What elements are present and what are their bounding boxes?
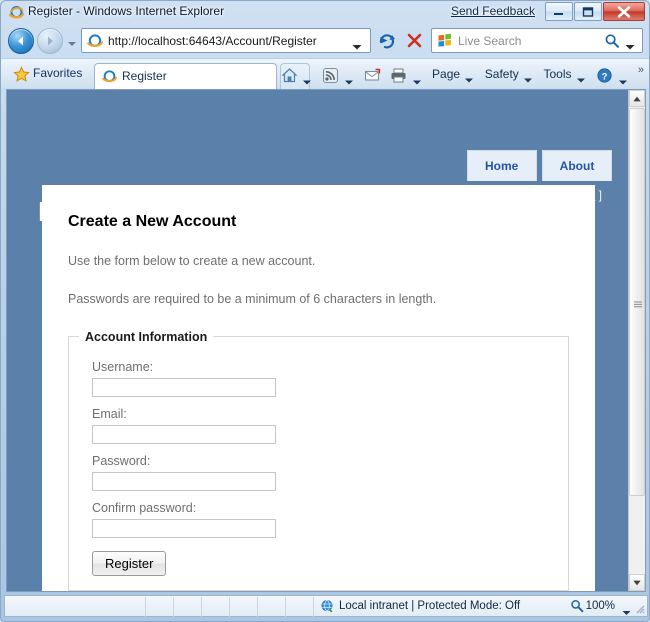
- account-information-fieldset: Account Information Username: Email: Pas…: [68, 330, 569, 591]
- help-icon: ?: [596, 67, 613, 84]
- command-bar: Page Safety Tools: [278, 63, 647, 87]
- status-divider: [257, 597, 258, 617]
- status-divider: [229, 597, 230, 617]
- search-box[interactable]: Live Search: [431, 28, 643, 53]
- command-overflow-button[interactable]: »: [635, 63, 647, 85]
- tab-favicon-icon: [102, 69, 117, 84]
- chevron-down-icon: [465, 72, 473, 77]
- command-tools[interactable]: Tools: [540, 63, 589, 85]
- search-icon[interactable]: [604, 33, 620, 49]
- vertical-scrollbar[interactable]: [628, 90, 645, 591]
- command-page[interactable]: Page: [429, 63, 478, 85]
- main-content: Create a New Account Use the form below …: [42, 185, 595, 591]
- fieldset-legend: Account Information: [79, 330, 213, 344]
- scrollbar-grip-icon: [634, 298, 642, 306]
- favorites-label: Favorites: [33, 66, 82, 80]
- send-feedback-link[interactable]: Send Feedback: [451, 4, 535, 18]
- zoom-chevron-down-icon[interactable]: [622, 605, 631, 611]
- recent-pages-chevron-down-icon[interactable]: [67, 37, 77, 45]
- stop-button[interactable]: [402, 28, 427, 53]
- security-zone-icon: [320, 599, 335, 614]
- scroll-up-button[interactable]: [629, 90, 645, 107]
- zoom-level-text[interactable]: 100%: [586, 600, 615, 612]
- mail-icon: [364, 67, 381, 84]
- forward-button[interactable]: [37, 28, 63, 54]
- back-button[interactable]: [8, 28, 34, 54]
- page-favicon-icon: [87, 33, 103, 49]
- svg-text:?: ?: [602, 71, 608, 82]
- logon-bracket-close: ]: [595, 188, 602, 202]
- title-bar: Register - Windows Internet Explorer Sen…: [1, 1, 650, 24]
- chevron-down-icon: [413, 74, 421, 79]
- intro-paragraph-1: Use the form below to create a new accou…: [68, 253, 569, 269]
- password-label: Password:: [92, 454, 558, 468]
- address-bar[interactable]: http://localhost:64643/Account/Register: [81, 28, 371, 53]
- tab-label: Register: [122, 69, 167, 83]
- command-tools-label: Tools: [543, 67, 571, 81]
- command-feeds[interactable]: [319, 63, 357, 85]
- username-input[interactable]: [92, 378, 276, 397]
- refresh-button[interactable]: [375, 28, 400, 53]
- chevron-down-icon: [577, 72, 585, 77]
- maximize-button[interactable]: [574, 2, 602, 21]
- status-divider: [313, 597, 314, 617]
- chevron-down-icon: [303, 74, 311, 79]
- command-safety[interactable]: Safety: [482, 63, 537, 85]
- star-icon: [13, 66, 30, 83]
- address-url-text: http://localhost:64643/Account/Register: [108, 34, 317, 48]
- chevron-down-icon: [619, 74, 627, 79]
- status-divider: [285, 597, 286, 617]
- web-page: [ Log On ] My MVC Application Home About…: [7, 90, 630, 591]
- favorites-and-tab-bar: Favorites Register: [1, 58, 650, 88]
- command-home[interactable]: [278, 63, 316, 85]
- rss-feed-icon: [322, 67, 339, 84]
- command-mail[interactable]: [361, 63, 384, 85]
- resize-grip-icon[interactable]: [634, 603, 645, 614]
- window-title: Register - Windows Internet Explorer: [28, 4, 224, 18]
- navigation-bar: http://localhost:64643/Account/Register: [1, 25, 650, 57]
- register-button[interactable]: Register: [92, 551, 166, 576]
- command-safety-label: Safety: [485, 67, 519, 81]
- username-label: Username:: [92, 360, 558, 374]
- scroll-down-button[interactable]: [629, 574, 645, 591]
- minimize-button[interactable]: [545, 2, 573, 21]
- command-page-label: Page: [432, 67, 460, 81]
- zoom-magnifier-icon: [570, 599, 584, 613]
- email-label: Email:: [92, 407, 558, 421]
- site-nav-menu: Home About: [465, 150, 612, 181]
- security-zone-text: Local intranet | Protected Mode: Off: [339, 600, 520, 612]
- favorites-button[interactable]: Favorites: [11, 63, 88, 85]
- tab-register[interactable]: Register: [94, 63, 277, 89]
- status-divider: [173, 597, 174, 617]
- page-title: Create a New Account: [68, 213, 569, 231]
- close-button[interactable]: [603, 2, 645, 21]
- address-chevron-down-icon[interactable]: [352, 39, 362, 45]
- email-input[interactable]: [92, 425, 276, 444]
- internet-explorer-icon: [9, 5, 24, 20]
- confirm-password-label: Confirm password:: [92, 501, 558, 515]
- intro-paragraph-2: Passwords are required to be a minimum o…: [68, 291, 569, 307]
- confirm-password-input[interactable]: [92, 519, 276, 538]
- print-icon: [390, 67, 407, 84]
- browser-viewport: [ Log On ] My MVC Application Home About…: [6, 89, 646, 592]
- chevron-down-icon: [345, 74, 353, 79]
- status-bar: Local intranet | Protected Mode: Off 100…: [4, 595, 648, 617]
- password-input[interactable]: [92, 472, 276, 491]
- search-input-placeholder: Live Search: [458, 34, 521, 48]
- home-icon: [281, 67, 298, 84]
- status-divider: [145, 597, 146, 617]
- command-help[interactable]: ?: [593, 63, 631, 85]
- nav-item-home[interactable]: Home: [467, 150, 537, 181]
- scrollbar-thumb[interactable]: [629, 108, 645, 496]
- live-search-provider-icon: [437, 33, 453, 49]
- browser-window: Register - Windows Internet Explorer Sen…: [0, 0, 650, 622]
- status-divider: [201, 597, 202, 617]
- command-print[interactable]: [387, 63, 425, 85]
- nav-item-about[interactable]: About: [542, 150, 612, 181]
- chevron-down-icon: [524, 72, 532, 77]
- search-chevron-down-icon[interactable]: [625, 39, 635, 45]
